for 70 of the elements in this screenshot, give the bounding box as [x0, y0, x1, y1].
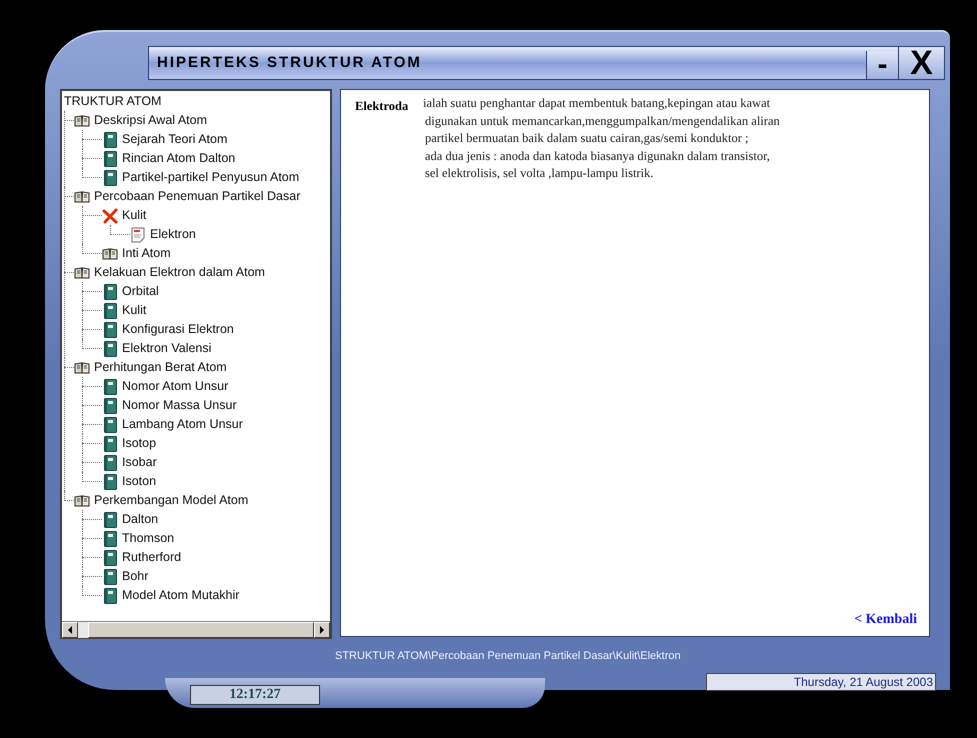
document-icon	[102, 132, 118, 148]
tree-item[interactable]: Dalton	[122, 510, 158, 529]
note-icon	[130, 226, 146, 242]
term: Elektroda	[355, 98, 410, 115]
document-icon	[102, 150, 118, 166]
definition-line: digunakan untuk memancarkan,menggumpalkan/mengendalikan aliran	[425, 112, 780, 130]
tree-item[interactable]: Partikel-partikel Penyusun Atom	[122, 168, 300, 187]
document-icon	[102, 302, 118, 318]
tree-item[interactable]: Inti Atom	[122, 244, 171, 263]
book-icon	[74, 112, 90, 128]
scroll-left-icon[interactable]	[62, 622, 78, 638]
tree-item[interactable]: Rincian Atom Dalton	[122, 149, 236, 168]
minimize-button[interactable]: -	[866, 51, 898, 79]
tree-item[interactable]: Konfigurasi Elektron	[122, 320, 234, 339]
tree-item[interactable]: Model Atom Mutakhir	[122, 586, 240, 605]
tree-item[interactable]: Nomor Atom Unsur	[122, 377, 228, 396]
tree-item[interactable]: Deskripsi Awal Atom	[94, 111, 208, 130]
close-button[interactable]: X	[898, 47, 944, 79]
tree-item[interactable]: Perhitungan Berat Atom	[94, 358, 227, 377]
document-icon	[102, 512, 118, 528]
date-display: Thursday, 21 August 2003	[706, 673, 936, 691]
tree-item[interactable]: Rutherford	[122, 548, 182, 567]
back-link[interactable]: < Kembali	[854, 609, 917, 630]
book-icon	[74, 492, 90, 508]
book-icon	[74, 188, 90, 204]
tree-item[interactable]: Sejarah Teori Atom	[122, 130, 228, 149]
document-icon	[102, 568, 118, 584]
tree-item[interactable]: Isotop	[122, 434, 156, 453]
tree-item[interactable]: Thomson	[122, 529, 174, 548]
definition-line: partikel bermuatan baik dalam suatu cairan,gas/semi konduktor ;	[425, 130, 750, 147]
tree-item[interactable]: Kulit	[122, 206, 146, 225]
tree-item[interactable]: Kelakuan Elektron dalam Atom	[94, 263, 265, 282]
tree-item[interactable]: Lambang Atom Unsur	[122, 415, 243, 434]
tree-item[interactable]: Elektron	[150, 225, 196, 244]
document-icon	[102, 322, 118, 338]
book-icon	[74, 360, 90, 376]
document-icon	[102, 340, 118, 356]
document-icon	[102, 454, 118, 470]
breadcrumb-path: STRUKTUR ATOM\Percobaan Penemuan Partikel Dasar\Kulit\Elektron	[335, 650, 681, 662]
tree-item[interactable]: Percobaan Penemuan Partikel Dasar	[94, 187, 300, 206]
tree-item[interactable]: Orbital	[122, 282, 159, 301]
horizontal-scrollbar[interactable]	[62, 621, 330, 637]
document-icon	[102, 378, 118, 394]
tree-item[interactable]: Kulit	[122, 301, 146, 320]
document-icon	[102, 416, 118, 432]
document-icon	[102, 170, 118, 186]
definition-line: ada dua jenis : anoda dan katoda biasanya digunakn dalam transistor,	[425, 148, 771, 165]
tree-root[interactable]: TRUKTUR ATOM	[64, 94, 162, 108]
document-icon	[102, 530, 118, 546]
scroll-thumb[interactable]	[78, 622, 88, 638]
tree-item[interactable]: Nomor Massa Unsur	[122, 396, 237, 415]
definition-line: ialah suatu penghantar dapat membentuk batang,kepingan atau kawat	[423, 95, 772, 112]
scroll-right-icon[interactable]	[314, 622, 330, 638]
tree-item[interactable]: Bohr	[122, 567, 148, 586]
book-icon	[102, 246, 118, 262]
document-icon	[102, 588, 118, 604]
definition-line: sel elektrolisis, sel volta ,lampu-lampu listrik.	[425, 165, 654, 182]
cross-icon	[102, 208, 118, 224]
book-icon	[74, 264, 90, 280]
document-icon	[102, 550, 118, 566]
document-icon	[102, 284, 118, 300]
document-icon	[102, 474, 118, 490]
tree-item[interactable]: Perkembangan Model Atom	[94, 491, 248, 510]
document-icon	[102, 436, 118, 452]
window-title: HIPERTEKS STRUKTUR ATOM	[157, 52, 422, 73]
document-icon	[102, 398, 118, 414]
tree-item[interactable]: Isobar	[122, 453, 157, 472]
clock-display: 12:17:27	[190, 685, 320, 705]
tree-item[interactable]: Isoton	[122, 472, 156, 491]
tree-item[interactable]: Elektron Valensi	[122, 339, 212, 358]
